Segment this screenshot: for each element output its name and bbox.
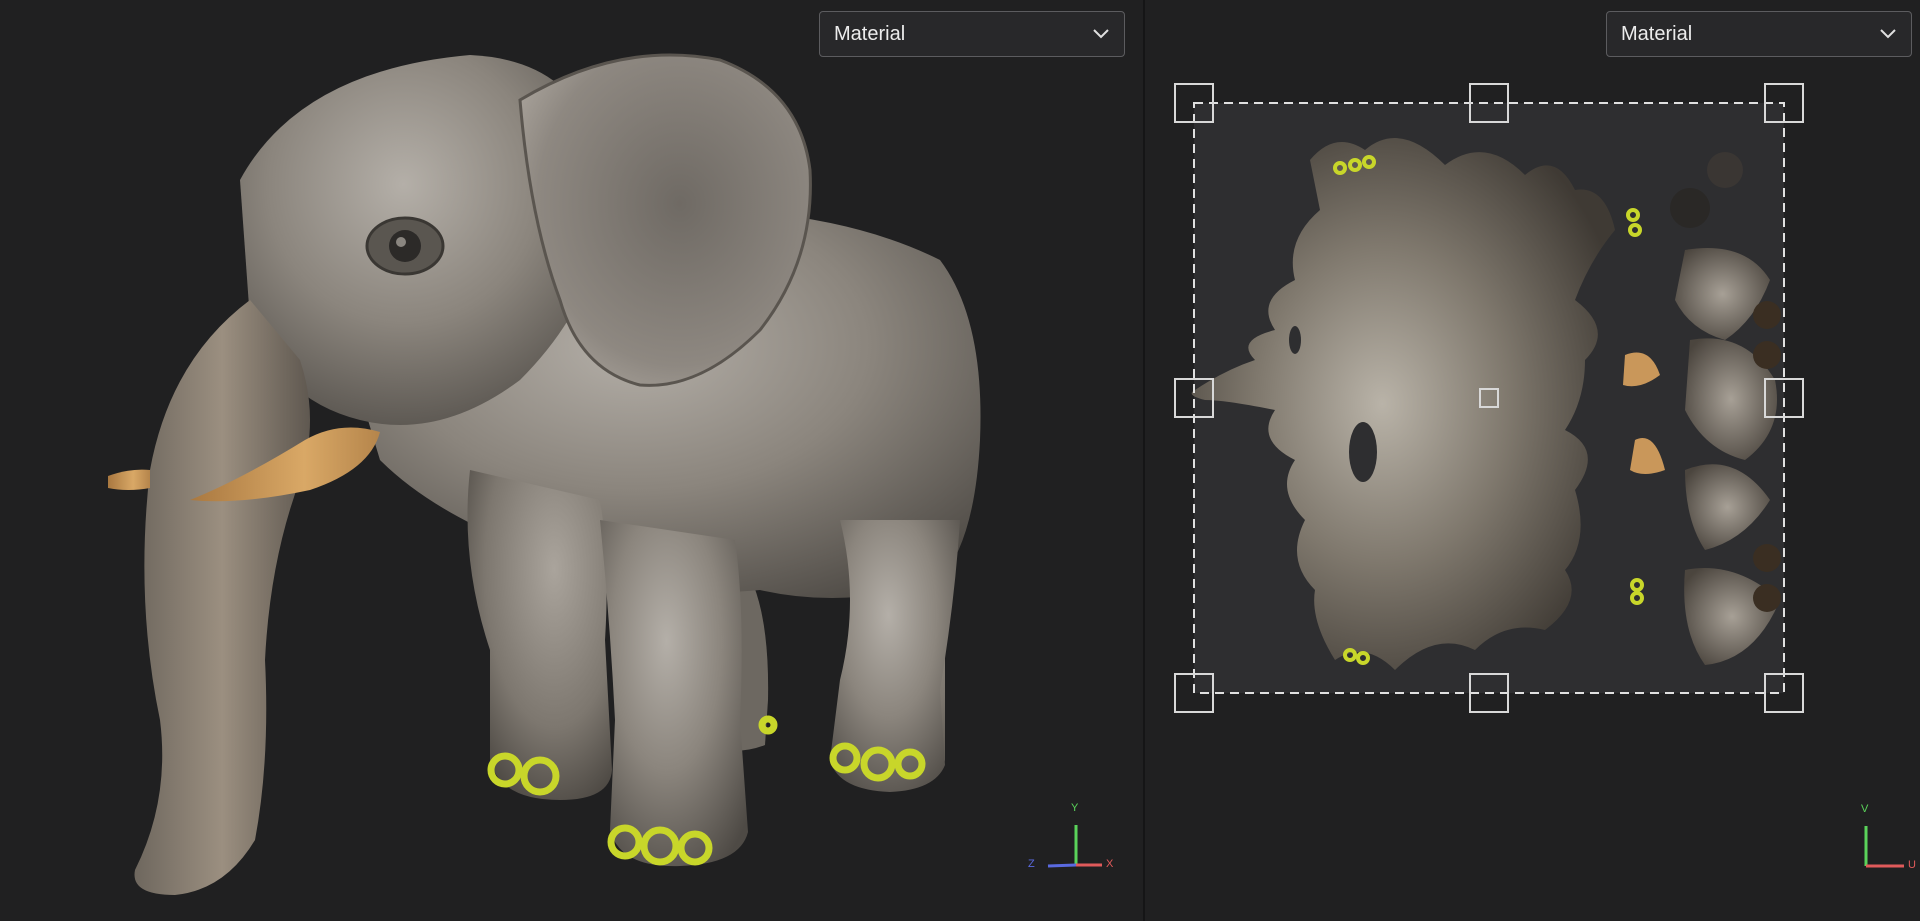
shading-mode-dropdown[interactable]: Material [819, 11, 1125, 57]
uv-u-label: U [1908, 859, 1916, 871]
uv-shading-mode-value: Material [1621, 22, 1693, 45]
uv-shading-mode-dropdown[interactable]: Material [1606, 11, 1912, 57]
viewport-uv[interactable]: Material V U [1145, 0, 1920, 921]
shading-mode-value: Material [834, 22, 906, 45]
uv-canvas[interactable] [1145, 0, 1920, 921]
viewport-3d[interactable]: Material Y Z X [0, 0, 1143, 921]
axis-gizmo-icon: Y Z X [1024, 800, 1113, 875]
axis-z-label: Z [1028, 858, 1035, 870]
elephant-model[interactable] [0, 0, 1143, 921]
axis-y-label: Y [1071, 802, 1079, 814]
uv-gizmo-icon: V U [1852, 800, 1920, 875]
uv-v-label: V [1861, 803, 1869, 815]
axis-x-label: X [1106, 858, 1114, 870]
chevron-down-icon [1879, 25, 1897, 43]
chevron-down-icon [1092, 25, 1110, 43]
